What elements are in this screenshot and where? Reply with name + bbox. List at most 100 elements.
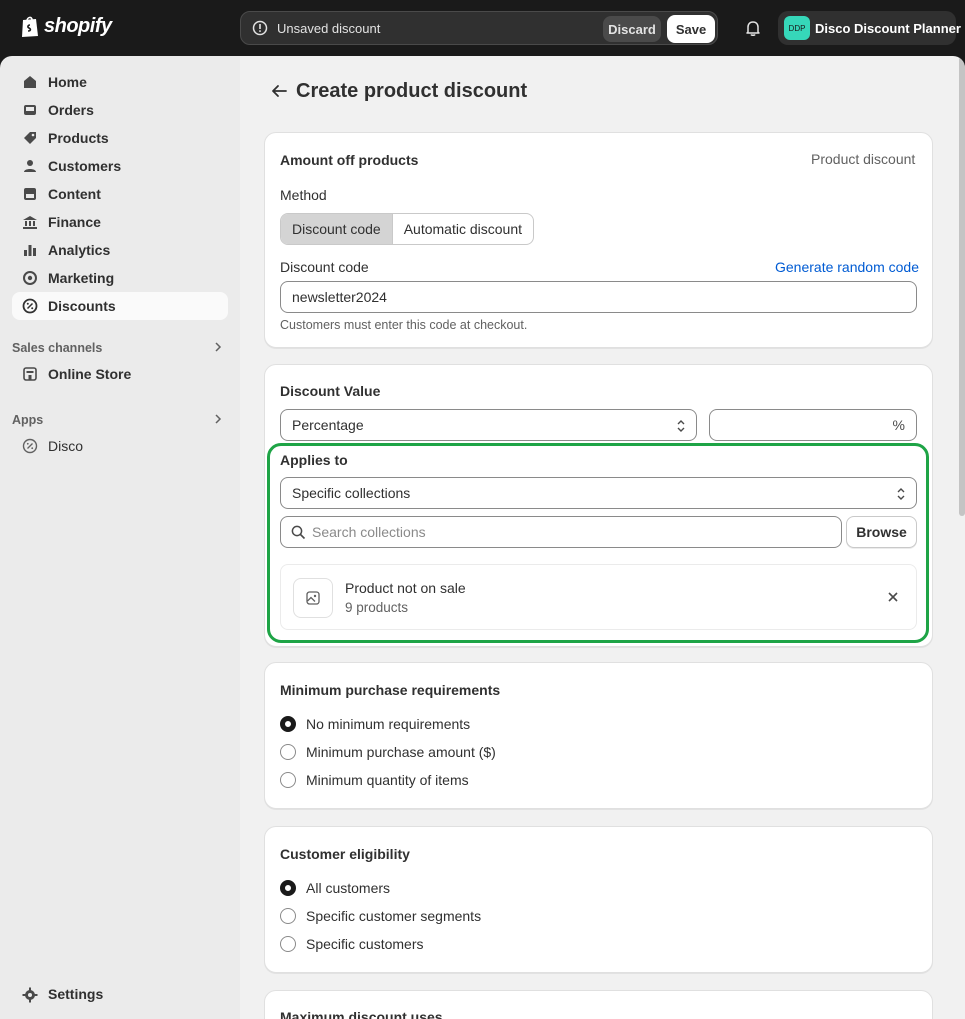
bell-icon[interactable] [744,19,762,37]
radio-label: Minimum purchase amount ($) [306,744,496,760]
save-button[interactable]: Save [667,15,715,43]
radio-button[interactable] [280,880,296,896]
sidebar-item-disco[interactable]: Disco [12,432,228,460]
radio-no-minimum[interactable]: No minimum requirements [280,714,470,734]
discount-value-card: Discount Value Percentage % Applies to S… [264,364,933,647]
radio-minimum-quantity[interactable]: Minimum quantity of items [280,770,469,790]
minimum-requirements-card: Minimum purchase requirements No minimum… [264,662,933,809]
sidebar-item-home[interactable]: Home [12,68,228,96]
search-icon [291,525,306,540]
applies-to-label: Applies to [280,452,348,468]
sidebar-item-label: Finance [48,214,101,230]
sales-channels-heading[interactable]: Sales channels [12,339,228,359]
sidebar-item-label: Disco [48,438,84,454]
sidebar-item-label: Online Store [48,366,132,382]
sidebar-item-content[interactable]: Content [12,180,228,208]
radio-button[interactable] [280,744,296,760]
sidebar-item-discounts[interactable]: Discounts [12,292,228,320]
collection-product-count: 9 products [345,600,409,615]
card-title: Amount off products [280,152,419,168]
content-icon [24,188,36,200]
sidebar-item-label: Marketing [48,270,115,286]
radio-button[interactable] [280,772,296,788]
applies-to-select[interactable]: Specific collections [280,477,917,509]
scrollbar[interactable] [959,56,965,516]
store-name: Disco Discount Planner [815,21,961,36]
maximum-discount-uses-card: Maximum discount uses [264,990,933,1019]
card-title: Customer eligibility [280,846,410,862]
page-title: Create product discount [296,80,528,102]
sidebar-item-products[interactable]: Products [12,124,228,152]
store-avatar: DDP [784,16,810,40]
top-bar: shopify Unsaved discount Discard Save DD… [0,0,965,56]
radio-specific-customers[interactable]: Specific customers [280,934,423,954]
page-header: Create product discount [270,80,527,102]
section-label: Sales channels [12,341,103,355]
sidebar-item-settings[interactable]: Settings [12,981,228,1009]
radio-button[interactable] [280,908,296,924]
shopify-logo[interactable]: shopify [20,14,112,38]
target-icon [23,271,37,285]
method-automatic-discount-option[interactable]: Automatic discount [393,214,533,244]
store-menu[interactable]: DDP Disco Discount Planner [778,11,961,45]
select-arrows-icon [897,488,905,500]
sidebar-item-customers[interactable]: Customers [12,152,228,180]
radio-label: Specific customers [306,936,424,952]
main-content: Create product discount Amount off produ… [240,56,965,1019]
value-amount-input[interactable]: % [709,409,917,441]
sidebar-item-label: Settings [48,986,104,1002]
sidebar-item-label: Analytics [48,242,111,258]
percent-suffix: % [892,417,905,433]
radio-label: No minimum requirements [306,716,471,732]
chevron-right-icon [215,342,222,352]
image-placeholder-icon [306,591,320,605]
gear-icon [22,987,38,1003]
back-arrow-icon[interactable] [270,82,288,100]
radio-button[interactable] [280,716,296,732]
radio-minimum-amount[interactable]: Minimum purchase amount ($) [280,742,496,762]
section-label: Apps [12,413,44,427]
bar-chart-icon [24,245,36,256]
sidebar: Home Orders Products Customers Content F… [0,56,240,1019]
method-discount-code-option[interactable]: Discount code [281,214,393,244]
sidebar-item-label: Home [48,74,87,90]
browse-button[interactable]: Browse [846,516,917,548]
sidebar-item-label: Discounts [48,298,116,314]
value-type-select[interactable]: Percentage [280,409,697,441]
inbox-icon [24,105,36,115]
applies-to-value: Specific collections [292,485,411,501]
discount-badge-icon [22,298,38,314]
search-placeholder: Search collections [312,524,426,540]
discount-code-input[interactable]: newsletter2024 [280,281,917,313]
home-icon [24,76,36,88]
discard-button[interactable]: Discard [603,16,661,42]
discount-code-value: newsletter2024 [292,289,387,305]
sidebar-item-analytics[interactable]: Analytics [12,236,228,264]
remove-collection-icon[interactable] [886,590,900,604]
sidebar-item-label: Customers [48,158,122,174]
search-collections-input[interactable]: Search collections [280,516,842,548]
sidebar-item-label: Orders [48,102,94,118]
bank-icon [23,216,37,229]
disco-app-icon [22,438,38,454]
radio-label: Minimum quantity of items [306,772,469,788]
method-label: Method [280,187,327,203]
select-arrows-icon [677,420,685,432]
sidebar-item-marketing[interactable]: Marketing [12,264,228,292]
value-type-value: Percentage [292,417,364,433]
generate-random-code-link[interactable]: Generate random code [775,259,919,275]
radio-button[interactable] [280,936,296,952]
sidebar-item-finance[interactable]: Finance [12,208,228,236]
storefront-icon [23,367,37,381]
discount-code-help-text: Customers must enter this code at checko… [280,318,528,332]
amount-off-products-card: Amount off products Product discount Met… [264,132,933,348]
sidebar-item-online-store[interactable]: Online Store [12,360,228,388]
sidebar-item-orders[interactable]: Orders [12,96,228,124]
collection-name: Product not on sale [345,580,466,596]
discount-type-label: Product discount [811,151,916,167]
radio-customer-segments[interactable]: Specific customer segments [280,906,481,926]
radio-all-customers[interactable]: All customers [280,878,390,898]
person-icon [24,160,36,172]
radio-label: All customers [306,880,391,896]
apps-heading[interactable]: Apps [12,411,228,431]
